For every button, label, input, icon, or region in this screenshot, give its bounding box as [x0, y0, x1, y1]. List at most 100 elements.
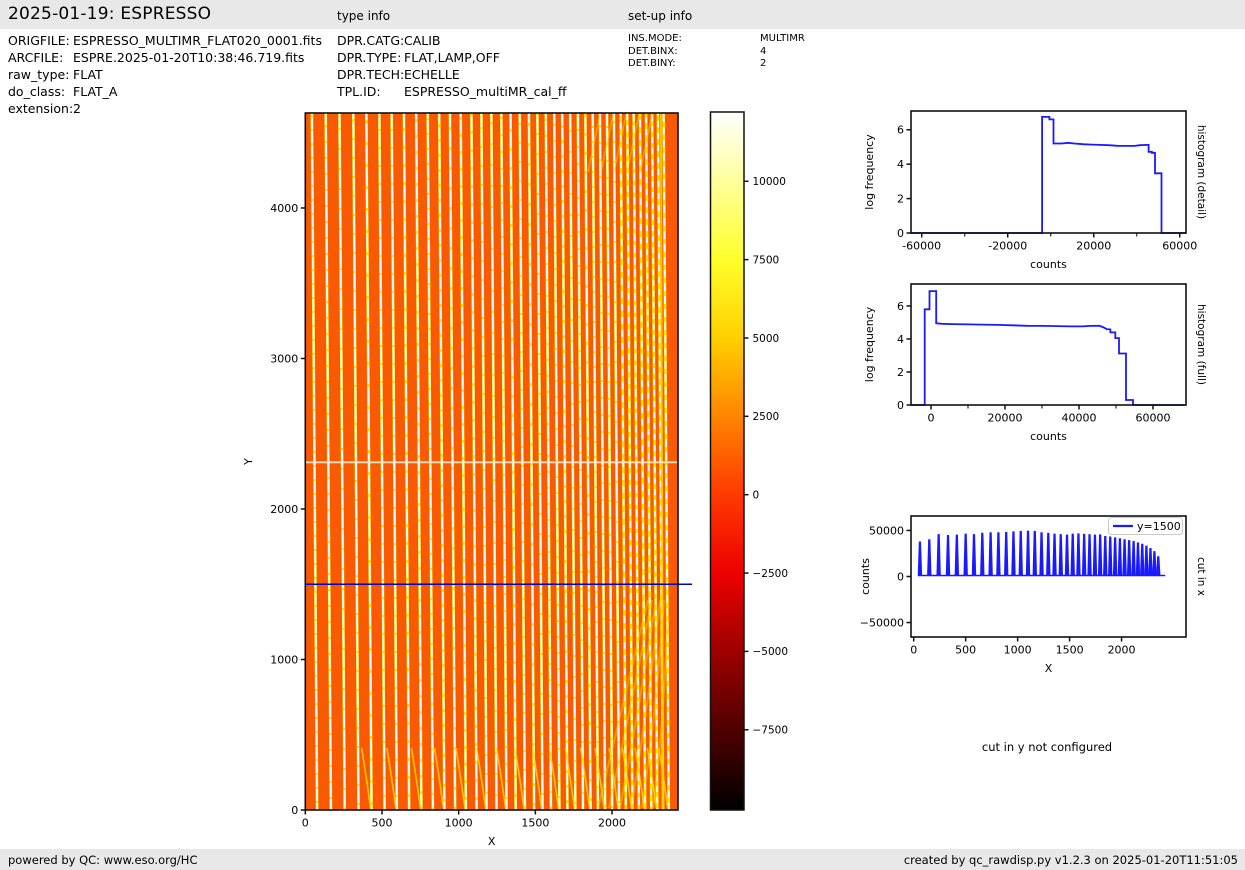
colorbar-tick-label: 7500 — [753, 254, 780, 266]
cut-peak — [1103, 535, 1108, 576]
cut-peak — [1087, 534, 1092, 576]
colorbar: 10000 7500 5000 2500 0 −2500 −5000 −7500 — [709, 111, 789, 811]
cut-peak — [1046, 532, 1051, 576]
cut-peak — [1070, 533, 1075, 576]
y-axis-label: Y — [242, 458, 255, 466]
x-axis-label: X — [488, 835, 496, 848]
x-tick-label: 1500 — [521, 817, 549, 830]
cut-peak — [1126, 540, 1132, 576]
cut-in-y-note-text: cut in y not configured — [982, 740, 1112, 754]
cut-peak — [1148, 547, 1153, 576]
cut-peak — [1144, 545, 1149, 576]
cut-peak — [971, 534, 977, 576]
x-tick-label: 20000 — [1076, 240, 1111, 253]
cut-peak — [1052, 533, 1057, 576]
y-tick-label: 50000 — [869, 524, 904, 537]
y-axis-label: log frequency — [863, 306, 876, 382]
histogram-curve — [911, 290, 1185, 406]
cut-peak — [1117, 538, 1123, 576]
cut-peak — [1018, 530, 1023, 576]
x-tick-label: 60000 — [1162, 240, 1197, 253]
histogram-curve — [911, 116, 1186, 234]
y-tick-label: −50000 — [860, 616, 904, 629]
cut-peak — [963, 533, 968, 576]
x-tick-label: 2000 — [598, 817, 626, 830]
x-tick-label: 1000 — [445, 817, 473, 830]
legend-label: y=1500 — [1137, 520, 1181, 533]
cut-peak — [1058, 534, 1063, 576]
panel-right-title: histogram (detail) — [1195, 125, 1207, 219]
y-tick-label: 4000 — [270, 202, 298, 215]
cut-peak — [1039, 532, 1044, 576]
cut-peak — [927, 539, 932, 576]
cut-peak — [954, 534, 960, 576]
cut-peak — [1081, 533, 1087, 576]
cut-peak — [1122, 539, 1127, 576]
colorbar-gradient — [710, 112, 744, 810]
cut-peak — [1032, 530, 1037, 576]
x-axis-label: counts — [1030, 258, 1067, 271]
y-axis-label: log frequency — [863, 134, 876, 210]
cut-peak — [936, 534, 941, 576]
cut-peak — [1131, 541, 1136, 576]
colorbar-tick-label: −5000 — [753, 646, 789, 658]
y-tick-label: 6 — [897, 300, 904, 313]
raw-image-area — [305, 113, 678, 810]
cut-peak — [1140, 543, 1145, 576]
x-tick-label: 500 — [955, 644, 976, 657]
histogram-detail-plot: -60000 -20000 20000 60000 0 2 4 6 counts log freq… — [863, 110, 1207, 271]
cut-peak — [1108, 536, 1113, 576]
colorbar-tick-label: −7500 — [753, 725, 789, 737]
cut-in-x-plot: 0 500 1000 1500 2000 −50000 0 50000 Xcounts cut i… — [859, 515, 1207, 675]
y-tick-label: 6 — [897, 124, 904, 137]
x-tick-label: 2000 — [1108, 644, 1136, 657]
colorbar-tick-label: −2500 — [753, 568, 789, 580]
cut-peak — [1097, 534, 1103, 576]
x-axis-label: counts — [1030, 430, 1067, 443]
cut-peak — [1112, 537, 1118, 576]
cut-peak — [996, 532, 1001, 576]
x-tick-label: 0 — [910, 644, 917, 657]
x-tick-label: 0 — [927, 412, 934, 425]
y-tick-label: 0 — [897, 227, 904, 240]
cut-peak — [1076, 533, 1081, 576]
axes-frame — [910, 283, 1187, 406]
panel-right-title: histogram (full) — [1195, 304, 1207, 385]
cut-peak — [917, 541, 923, 576]
x-tick-label: 20000 — [987, 412, 1022, 425]
x-tick-label: -20000 — [988, 240, 1027, 253]
cut-peak — [945, 535, 951, 576]
x-tick-label: 40000 — [1061, 412, 1096, 425]
colorbar-tick-label: 10000 — [753, 176, 786, 188]
figure-canvas: 0 500 1000 1500 200001000200030004000XY 1000… — [242, 110, 1207, 848]
colorbar-tick-label: 0 — [753, 489, 760, 501]
cut-peak — [1152, 551, 1157, 576]
cut-peak — [1135, 542, 1141, 576]
x-tick-label: 1500 — [1056, 644, 1084, 657]
axes-frame — [910, 110, 1187, 234]
y-axis-label: counts — [859, 558, 872, 595]
y-tick-label: 3000 — [270, 352, 298, 365]
cut-peak — [1156, 556, 1161, 576]
y-tick-label: 0 — [291, 804, 298, 817]
cut-peak — [988, 532, 993, 576]
raw-frame-plot: 0 500 1000 1500 2000 0 1000 2000 3000 4000 X Y — [242, 112, 692, 848]
colorbar-tick-label: 5000 — [753, 333, 780, 345]
x-tick-label: 0 — [302, 817, 309, 830]
x-tick-label: 60000 — [1135, 412, 1170, 425]
cut-in-y-note: cut in y not configured — [982, 740, 1112, 754]
y-tick-label: 4 — [897, 333, 904, 346]
cut-peak — [1092, 534, 1098, 576]
y-tick-label: 0 — [897, 570, 904, 583]
y-tick-label: 2000 — [270, 503, 298, 516]
cut-peak — [1064, 534, 1070, 576]
cut-peak — [1004, 531, 1009, 576]
cut-peak — [980, 532, 985, 576]
x-tick-label: -60000 — [902, 240, 941, 253]
x-axis-label: X — [1045, 662, 1053, 675]
colorbar-tick-label: 2500 — [753, 411, 780, 423]
cut-peak — [1025, 530, 1031, 576]
x-tick-label: 1000 — [1004, 644, 1032, 657]
y-tick-label: 1000 — [270, 653, 298, 666]
x-tick-label: 500 — [371, 817, 392, 830]
